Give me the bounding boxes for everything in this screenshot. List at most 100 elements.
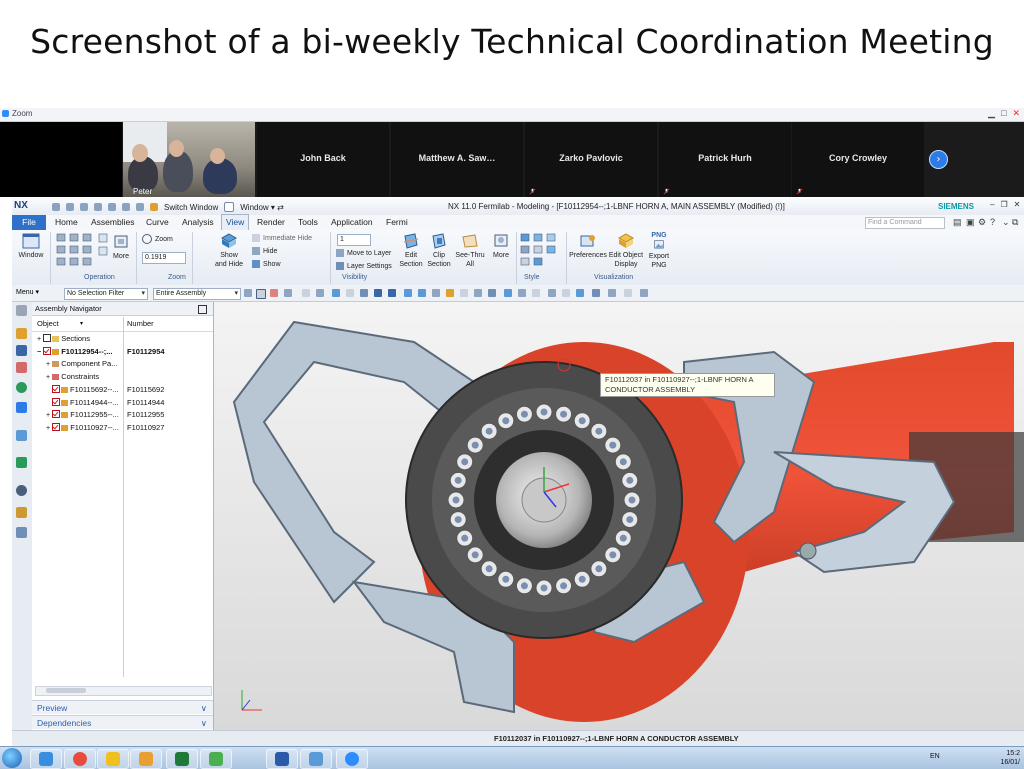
quadrant-icon[interactable] xyxy=(460,289,468,297)
checkbox[interactable] xyxy=(52,410,61,419)
close-button[interactable]: ✕ xyxy=(1014,200,1021,209)
reuse-library-icon[interactable] xyxy=(16,430,27,441)
help-icon[interactable]: ? xyxy=(990,215,995,230)
pin-icon[interactable] xyxy=(198,305,207,314)
window-button[interactable]: Window xyxy=(16,233,46,260)
find-command-input[interactable]: Find a Command xyxy=(865,217,945,229)
zoom-scale-input[interactable]: 0.1919 xyxy=(142,252,186,264)
preview-section[interactable]: Preview ∨ xyxy=(32,700,213,714)
collapse-ribbon-icon[interactable]: ⌄ xyxy=(1002,215,1010,230)
more-operation-button[interactable]: More xyxy=(110,234,132,261)
tree-row[interactable]: + F10112955--... F10112955 xyxy=(32,409,213,422)
selection-filter-dropdown[interactable]: No Selection Filter xyxy=(64,288,148,300)
minimize-button[interactable]: ▁ xyxy=(988,108,995,119)
process-studio-icon[interactable] xyxy=(16,507,27,518)
layout-icon[interactable] xyxy=(562,289,570,297)
graphics-viewport[interactable]: F10112037 in F10110927--;1-LBNF HORN A C… xyxy=(214,302,1024,730)
hide-button[interactable]: Hide xyxy=(252,247,277,255)
tab-assemblies[interactable]: Assemblies xyxy=(91,215,134,230)
taskbar-app-word[interactable] xyxy=(266,749,298,769)
wcs-icon[interactable] xyxy=(504,289,512,297)
filter-icon[interactable] xyxy=(270,289,278,297)
participant-tile[interactable]: John Back xyxy=(257,122,389,197)
tree-row[interactable]: F10114944--... F10114944 xyxy=(32,397,213,410)
tab-analysis[interactable]: Analysis xyxy=(182,215,214,230)
tree-row[interactable]: + Constraints xyxy=(32,371,213,384)
render-icon[interactable] xyxy=(608,289,616,297)
maximize-button[interactable]: □ xyxy=(1001,108,1006,119)
rectangle-select-icon[interactable] xyxy=(302,289,310,297)
arc-icon[interactable] xyxy=(418,289,426,297)
orient-icon[interactable] xyxy=(624,289,632,297)
tree-row[interactable]: − F10112954--;... F10112954 xyxy=(32,346,213,359)
web-browser-icon[interactable] xyxy=(16,382,27,393)
tab-tools[interactable]: Tools xyxy=(298,215,318,230)
tab-view[interactable]: View xyxy=(221,214,250,231)
show-and-hide-button[interactable]: Show and Hide xyxy=(214,233,244,269)
settings-gear-icon[interactable] xyxy=(16,305,27,316)
tab-file[interactable]: File xyxy=(12,215,46,230)
tab-curve[interactable]: Curve xyxy=(146,215,169,230)
language-indicator[interactable]: EN xyxy=(930,753,940,760)
lasso-select-icon[interactable] xyxy=(316,289,324,297)
redo-icon[interactable] xyxy=(80,203,88,211)
undo-icon[interactable] xyxy=(66,203,74,211)
taskbar-app-ie[interactable] xyxy=(30,749,62,769)
tree-row[interactable]: + F10110927--... F10110927 xyxy=(32,422,213,435)
restore-button[interactable]: ❐ xyxy=(1000,200,1007,209)
taskbar-app-norton[interactable] xyxy=(97,749,129,769)
edit-section-button[interactable]: Edit Section xyxy=(396,233,426,269)
taskbar-app-explorer[interactable] xyxy=(300,749,332,769)
taskbar-app-excel[interactable] xyxy=(166,749,198,769)
column-header-number[interactable]: Number xyxy=(127,317,154,331)
tree-row[interactable]: F10115692--... F10115692 xyxy=(32,384,213,397)
taskbar-app-network[interactable] xyxy=(200,749,232,769)
tab-home[interactable]: Home xyxy=(55,215,78,230)
layer-settings-button[interactable]: Layer Settings xyxy=(336,262,392,270)
tree-row[interactable]: + Component Pa... xyxy=(32,358,213,371)
menu-button[interactable]: Menu ▾ xyxy=(16,288,39,296)
dependencies-section[interactable]: Dependencies ∨ xyxy=(32,715,213,729)
line-icon[interactable] xyxy=(388,289,396,297)
tab-fermi[interactable]: Fermi xyxy=(386,215,408,230)
edit-object-display-button[interactable]: Edit Object Display xyxy=(608,233,644,269)
minimize-button[interactable]: – xyxy=(990,200,994,209)
snap-point-icon[interactable] xyxy=(284,289,292,297)
crosshair-icon[interactable] xyxy=(474,289,482,297)
horizontal-scrollbar[interactable] xyxy=(35,686,212,696)
select-all-icon[interactable] xyxy=(256,289,266,299)
settings-gear-icon[interactable]: ⚙ xyxy=(978,215,986,230)
preferences-button[interactable]: Preferences xyxy=(569,233,607,260)
window-menu-button[interactable]: Window ▾ ⇄ xyxy=(240,203,284,212)
history-icon[interactable] xyxy=(16,402,27,413)
selection-scope-dropdown[interactable]: Entire Assembly xyxy=(153,288,241,300)
view-icon[interactable] xyxy=(332,289,340,297)
participant-tile[interactable]: Patrick Hurh xyxy=(659,122,791,197)
column-header-object[interactable]: Object xyxy=(37,317,59,331)
cut-icon[interactable] xyxy=(94,203,102,211)
see-thru-all-button[interactable]: See-Thru All xyxy=(453,233,487,269)
window-options-icon[interactable]: ▣ xyxy=(966,215,975,230)
system-clock[interactable]: 15:2 16/01/ xyxy=(1001,749,1020,767)
more-tools-icon[interactable] xyxy=(640,289,648,297)
clip-section-button[interactable]: Clip Section xyxy=(424,233,454,269)
tree-row[interactable]: + Sections xyxy=(32,333,213,346)
scrollbar-thumb[interactable] xyxy=(46,688,86,693)
paste-icon[interactable] xyxy=(122,203,130,211)
checkbox[interactable] xyxy=(52,384,60,393)
taskbar-app-outlook[interactable] xyxy=(130,749,162,769)
ribbon-options-icon[interactable]: ▤ xyxy=(953,215,962,230)
point-icon[interactable] xyxy=(360,289,368,297)
display-icon[interactable] xyxy=(576,289,584,297)
roles-icon[interactable] xyxy=(16,527,27,538)
history-clock-icon[interactable] xyxy=(16,485,27,496)
part-navigator-icon[interactable] xyxy=(16,328,27,339)
frame-icon[interactable] xyxy=(548,289,556,297)
zoom-button[interactable]: Zoom xyxy=(142,234,173,244)
spline-icon[interactable] xyxy=(404,289,412,297)
participant-tile[interactable]: Cory Crowley xyxy=(792,122,924,197)
style-icons[interactable] xyxy=(520,233,562,269)
circle-icon[interactable] xyxy=(432,289,440,297)
chevron-right-circle-icon[interactable]: › xyxy=(929,150,948,169)
tab-application[interactable]: Application xyxy=(331,215,373,230)
